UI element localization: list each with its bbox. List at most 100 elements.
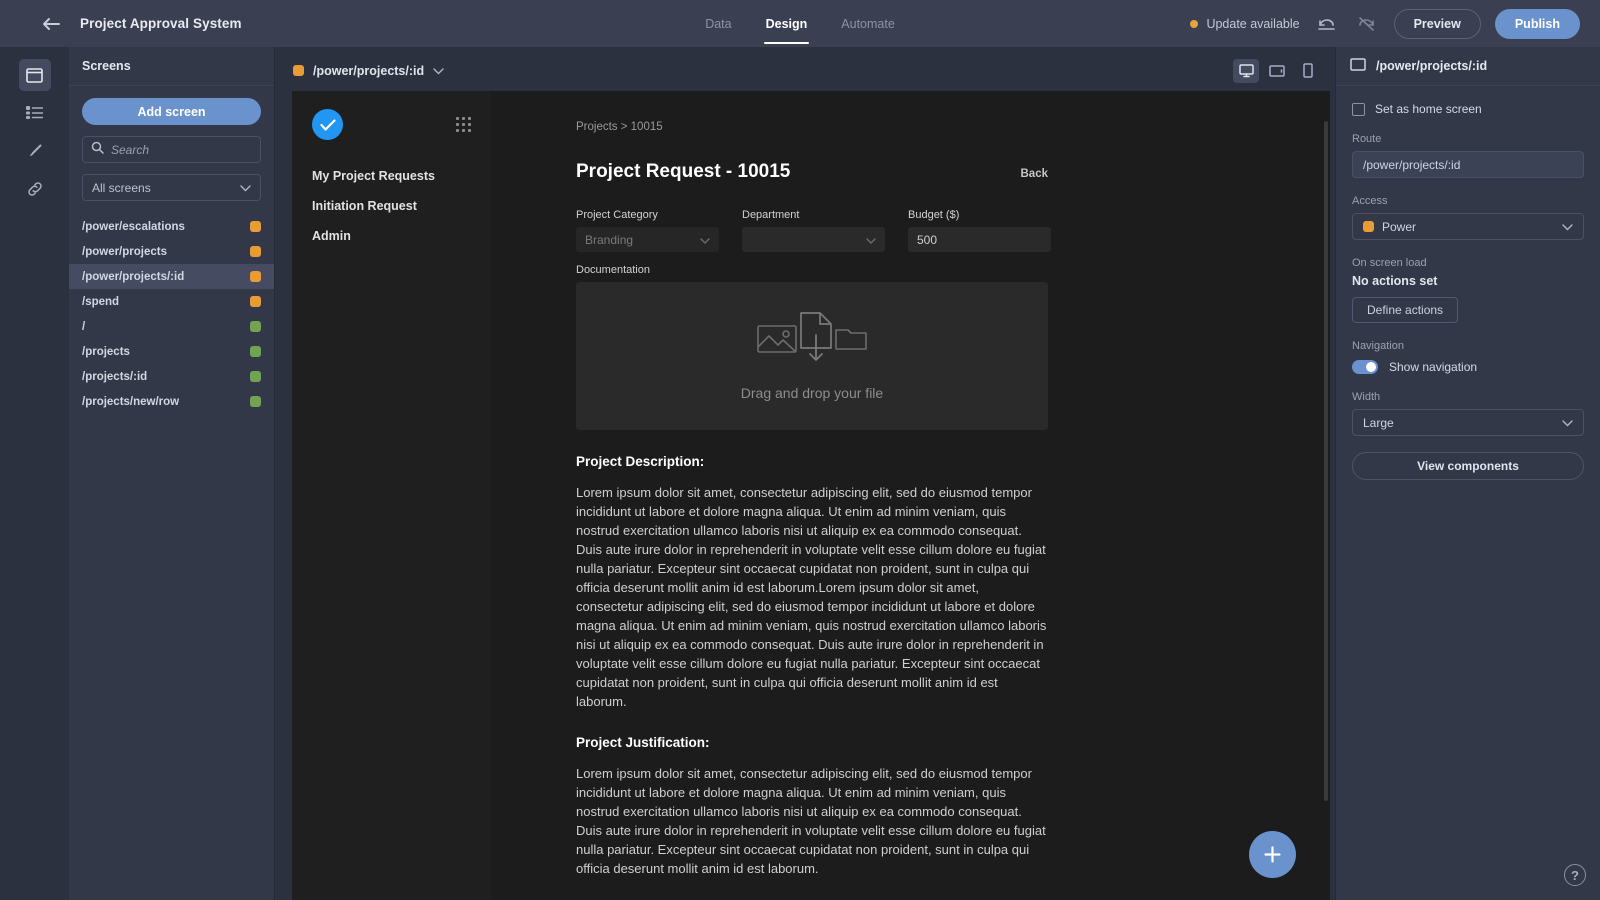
add-screen-button[interactable]: Add screen <box>82 98 261 125</box>
tab-design[interactable]: Design <box>763 3 810 44</box>
app-preview-frame: My Project Requests Initiation Request A… <box>292 91 1330 900</box>
top-bar: Project Approval System Data Design Auto… <box>0 0 1600 47</box>
properties-panel: /power/projects/:id Set as home screen R… <box>1335 47 1600 900</box>
set-home-screen-checkbox[interactable] <box>1352 102 1365 116</box>
define-actions-button[interactable]: Define actions <box>1352 297 1459 323</box>
rail-screens-icon[interactable] <box>18 59 51 91</box>
screen-item-spend[interactable]: /spend <box>69 289 274 314</box>
screen-route-label: /power/escalations <box>82 220 185 233</box>
field-value: 500 <box>917 232 938 247</box>
on-screen-load-value: No actions set <box>1352 274 1438 288</box>
canvas-route-selector[interactable]: /power/projects/:id <box>293 64 444 78</box>
icon-rail <box>0 47 69 900</box>
access-value: Power <box>1382 219 1417 234</box>
screen-route-label: /power/projects/:id <box>82 270 185 283</box>
screen-item-power-projects-id[interactable]: /power/projects/:id <box>69 264 274 289</box>
section-body-description: Lorem ipsum dolor sit amet, consectetur … <box>576 485 1047 709</box>
screen-color-badge <box>250 321 261 332</box>
preview-button[interactable]: Preview <box>1393 8 1481 39</box>
set-home-screen-label: Set as home screen <box>1375 102 1482 116</box>
screens-panel: Screens Add screen ✕ All screens /power/… <box>69 47 286 900</box>
field-label: Budget ($) <box>908 209 960 221</box>
documentation-label: Documentation <box>576 264 650 276</box>
top-bar-left: Project Approval System <box>0 15 242 33</box>
navigation-label: Navigation <box>1352 340 1404 352</box>
screen-color-badge <box>250 271 261 282</box>
screen-route-label: /spend <box>82 295 120 308</box>
on-screen-load-label: On screen load <box>1352 257 1427 269</box>
tab-automate[interactable]: Automate <box>839 3 897 44</box>
app-nav-links: My Project Requests Initiation Request A… <box>312 169 471 243</box>
route-label: Route <box>1352 133 1382 145</box>
route-input[interactable]: /power/projects/:id <box>1352 151 1584 178</box>
rail-theme-brush-icon[interactable] <box>19 135 51 167</box>
section-heading-justification: Project Justification: <box>576 735 710 750</box>
form-fields-row: Project Category Branding Department Bud… <box>576 209 1330 252</box>
screen-search[interactable]: ✕ <box>82 136 286 163</box>
app-nav-admin[interactable]: Admin <box>312 229 471 243</box>
set-home-screen-row[interactable]: Set as home screen <box>1352 102 1584 116</box>
screen-item-power-projects[interactable]: /power/projects <box>69 239 274 264</box>
field-value: Branding <box>585 232 634 247</box>
tablet-view-button[interactable] <box>1264 59 1290 83</box>
rail-components-list-icon[interactable] <box>19 97 51 129</box>
screen-color-badge <box>250 346 261 357</box>
file-dropzone[interactable]: Drag and drop your file <box>576 282 1048 430</box>
tab-data[interactable]: Data <box>703 3 733 44</box>
back-arrow-icon[interactable] <box>42 15 60 33</box>
screen-item-root[interactable]: / <box>69 314 274 339</box>
search-input[interactable] <box>111 142 268 157</box>
width-label: Width <box>1352 391 1381 403</box>
screen-item-projects[interactable]: /projects <box>69 339 274 364</box>
field-project-category: Project Category Branding <box>576 209 719 252</box>
folder-icon <box>835 325 867 356</box>
undo-icon[interactable] <box>1314 11 1340 37</box>
app-nav-my-project-requests[interactable]: My Project Requests <box>312 169 471 183</box>
top-bar-actions: Update available Preview Publish <box>1190 0 1580 47</box>
mobile-view-button[interactable] <box>1295 59 1321 83</box>
access-label: Access <box>1352 195 1388 207</box>
screen-route-label: /projects/:id <box>82 370 148 383</box>
project-category-select[interactable]: Branding <box>576 227 719 252</box>
update-available-indicator[interactable]: Update available <box>1190 16 1300 31</box>
view-components-button[interactable]: View components <box>1352 452 1584 480</box>
rail-links-icon[interactable] <box>19 173 51 205</box>
canvas-area: /power/projects/:id My Project Requests … <box>275 47 1335 900</box>
section-body-justification: Lorem ipsum dolor sit amet, consectetur … <box>576 766 1046 876</box>
department-select[interactable] <box>742 227 885 252</box>
back-link[interactable]: Back <box>1021 168 1049 180</box>
width-select[interactable]: Large <box>1352 409 1584 436</box>
redo-disabled-icon[interactable] <box>1354 11 1380 37</box>
chevron-down-icon <box>433 64 444 78</box>
screen-item-power-escalations[interactable]: /power/escalations <box>69 214 274 239</box>
screen-item-projects-new-row[interactable]: /projects/new/row <box>69 389 274 414</box>
help-button[interactable]: ? <box>1564 864 1586 886</box>
field-label: Department <box>742 209 800 221</box>
show-navigation-toggle[interactable] <box>1352 360 1378 374</box>
app-navigation: My Project Requests Initiation Request A… <box>292 91 491 900</box>
app-scrollbar[interactable] <box>1324 121 1328 801</box>
budget-input[interactable]: 500 <box>908 227 1051 252</box>
route-value: /power/projects/:id <box>1363 157 1461 172</box>
properties-body: Set as home screen Route /power/projects… <box>1336 86 1600 480</box>
device-toggle-group <box>1233 58 1321 83</box>
grid-dots-icon[interactable] <box>456 117 471 132</box>
show-navigation-row[interactable]: Show navigation <box>1352 360 1584 374</box>
screens-heading: Screens <box>69 47 274 86</box>
update-available-label: Update available <box>1206 16 1300 31</box>
screen-color-badge <box>250 296 261 307</box>
app-nav-initiation-request[interactable]: Initiation Request <box>312 199 471 213</box>
screen-item-projects-id[interactable]: /projects/:id <box>69 364 274 389</box>
screen-color-badge <box>250 396 261 407</box>
screens-body: Add screen ✕ All screens /power/escalati… <box>69 86 286 414</box>
add-floating-action-button[interactable] <box>1249 831 1296 878</box>
publish-button[interactable]: Publish <box>1494 8 1580 39</box>
desktop-view-button[interactable] <box>1233 58 1259 83</box>
properties-title: /power/projects/:id <box>1376 59 1488 73</box>
page-title: Project Request - 10015 <box>576 161 791 182</box>
screens-filter-select[interactable]: All screens <box>82 174 261 201</box>
app-content: Projects > 10015 Project Request - 10015… <box>491 91 1330 900</box>
dropzone-text: Drag and drop your file <box>740 384 884 401</box>
access-select[interactable]: Power <box>1352 213 1584 240</box>
screen-list: /power/escalations /power/projects /powe… <box>69 214 274 414</box>
